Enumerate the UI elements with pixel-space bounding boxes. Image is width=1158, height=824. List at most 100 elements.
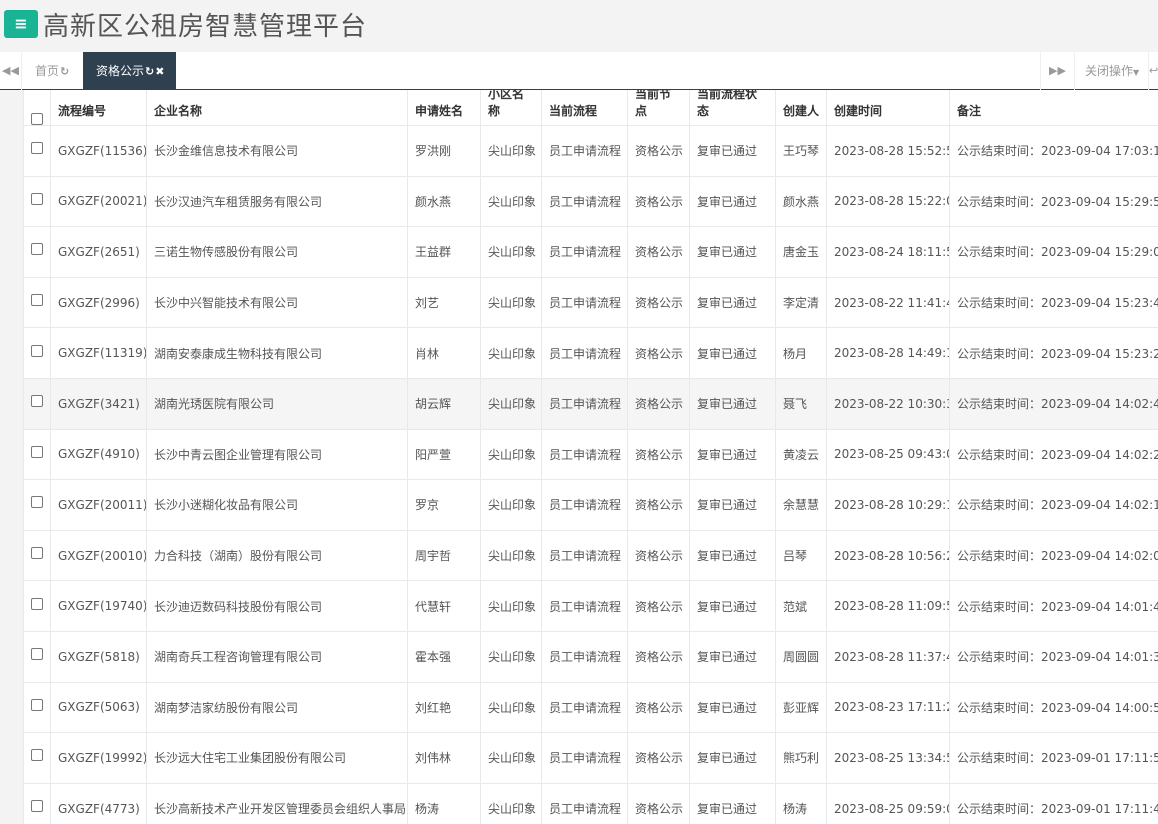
- table-cell: 杨月: [775, 327, 827, 379]
- table-row[interactable]: GXGZF(2651) 三诺生物传感股份有限公司 王益群 尖山印象 员工申请流程 资格公示…: [23, 226, 1158, 278]
- row-select-cell: [23, 782, 51, 824]
- table-cell: 资格公示: [627, 529, 690, 582]
- row-checkbox[interactable]: [31, 142, 43, 155]
- row-checkbox[interactable]: [31, 597, 43, 610]
- tab-qualification-publicity[interactable]: 资格公示↻✖: [83, 52, 176, 90]
- row-checkbox[interactable]: [31, 294, 43, 307]
- row-select-cell: [23, 580, 51, 632]
- table-cell: GXGZF(19740): [50, 580, 147, 632]
- table-cell: 复审已通过: [689, 681, 776, 734]
- table-cell: 员工申请流程: [541, 580, 628, 632]
- table-cell: 复审已通过: [689, 580, 776, 632]
- table-cell: 复审已通过: [689, 630, 776, 683]
- row-checkbox[interactable]: [31, 749, 43, 762]
- table-cell: 黄凌云: [775, 428, 827, 481]
- column-header[interactable]: 流程编号: [50, 90, 147, 126]
- table-cell: 资格公示: [627, 630, 690, 683]
- row-select-cell: [23, 681, 51, 734]
- table-cell: 尖山印象: [480, 226, 542, 278]
- table-cell: 王巧琴: [775, 125, 827, 177]
- table-cell: 员工申请流程: [541, 327, 628, 379]
- table-cell: 尖山印象: [480, 681, 542, 734]
- column-header[interactable]: 申请姓名: [407, 90, 481, 126]
- row-checkbox[interactable]: [31, 698, 43, 711]
- table-cell: 尖山印象: [480, 175, 542, 228]
- table-cell: 资格公示: [627, 175, 690, 228]
- tab-home-label: 首页: [35, 64, 60, 78]
- table-cell: GXGZF(3421): [50, 377, 147, 430]
- main-content: 流程编号 企业名称 申请姓名 小区名称 当前流程 当前节点 当前流程状态 创建人…: [0, 90, 1158, 824]
- table-row[interactable]: GXGZF(5063) 湖南梦洁家纺股份有限公司 刘红艳 尖山印象 员工申请流程 资格公示…: [23, 681, 1158, 734]
- table-cell: GXGZF(11536): [50, 125, 147, 177]
- tab-home[interactable]: 首页↻: [22, 52, 82, 90]
- table-cell: 尖山印象: [480, 479, 542, 531]
- column-header[interactable]: 备注: [949, 90, 1158, 126]
- table-row[interactable]: GXGZF(20010) 力合科技（湖南）股份有限公司 周宇哲 尖山印象 员工申请流程资…: [23, 529, 1158, 582]
- select-all-checkbox[interactable]: [31, 112, 43, 125]
- tab-scroll-right-button[interactable]: ▶▶: [1040, 52, 1074, 90]
- table-cell: 公示结束时间：2023-09-04 14:00:55: [949, 681, 1158, 734]
- column-header[interactable]: 企业名称: [146, 90, 408, 126]
- table-row[interactable]: GXGZF(4910) 长沙中青云图企业管理有限公司 阳严萱 尖山印象 员工申请流程 资格…: [23, 428, 1158, 481]
- table-cell: 湖南奇兵工程咨询管理有限公司: [146, 630, 408, 683]
- table-cell: GXGZF(5818): [50, 630, 147, 683]
- table-cell: 吕琴: [775, 529, 827, 582]
- refresh-icon[interactable]: ↻: [60, 65, 69, 78]
- table-row[interactable]: GXGZF(5818) 湖南奇兵工程咨询管理有限公司 霍本强 尖山印象 员工申请流程 资格…: [23, 630, 1158, 683]
- close-icon[interactable]: ✖: [155, 65, 164, 78]
- column-header[interactable]: 小区名称: [480, 90, 542, 126]
- table-cell: 员工申请流程: [541, 732, 628, 784]
- table-cell: 资格公示: [627, 681, 690, 734]
- row-checkbox[interactable]: [31, 496, 43, 509]
- table-cell: 霍本强: [407, 630, 481, 683]
- table-cell: 资格公示: [627, 276, 690, 329]
- column-header[interactable]: 创建人: [775, 90, 827, 126]
- table-cell: 尖山印象: [480, 377, 542, 430]
- table-row[interactable]: GXGZF(4773) 长沙高新技术产业开发区管理委员会组织人事局 杨涛 尖山印象 员工…: [23, 782, 1158, 824]
- table-cell: 资格公示: [627, 479, 690, 531]
- column-header[interactable]: 当前节点: [627, 90, 690, 126]
- menu-toggle-button[interactable]: ≡: [4, 10, 38, 38]
- table-cell: 员工申请流程: [541, 479, 628, 531]
- tab-bar: ◀◀ 首页↻ 资格公示↻✖ ▶▶ 关闭操作▼ ↩: [0, 52, 1158, 90]
- column-header[interactable]: 当前流程状态: [689, 90, 776, 126]
- column-header[interactable]: 当前流程: [541, 90, 628, 126]
- row-select-cell: [23, 479, 51, 531]
- table-row[interactable]: GXGZF(11319) 湖南安泰康成生物科技有限公司 肖林 尖山印象 员工申请流程 资格…: [23, 327, 1158, 379]
- table-row[interactable]: GXGZF(11536) 长沙金维信息技术有限公司 罗洪刚 尖山印象 员工申请流程 资格公…: [23, 125, 1158, 177]
- row-checkbox[interactable]: [31, 445, 43, 458]
- table-row[interactable]: GXGZF(19992) 长沙远大住宅工业集团股份有限公司 刘伟林 尖山印象 员工申请流…: [23, 732, 1158, 784]
- row-checkbox[interactable]: [31, 800, 43, 813]
- table-cell: 罗京: [407, 479, 481, 531]
- table-cell: 2023-08-28 11:09:50: [826, 580, 950, 632]
- logout-icon: ↩: [1149, 64, 1158, 77]
- row-select-cell: [23, 125, 51, 177]
- table-cell: 2023-08-25 09:59:09: [826, 782, 950, 824]
- row-select-cell: [23, 529, 51, 582]
- row-checkbox[interactable]: [31, 547, 43, 560]
- row-checkbox[interactable]: [31, 648, 43, 661]
- table-cell: 尖山印象: [480, 276, 542, 329]
- row-checkbox[interactable]: [31, 344, 43, 357]
- table-cell: 杨涛: [407, 782, 481, 824]
- table-cell: 长沙汉迪汽车租赁服务有限公司: [146, 175, 408, 228]
- row-checkbox[interactable]: [31, 192, 43, 205]
- refresh-icon[interactable]: ↻: [145, 65, 154, 78]
- table-cell: GXGZF(20011): [50, 479, 147, 531]
- table-row[interactable]: GXGZF(20021) 长沙汉迪汽车租赁服务有限公司 颜水燕 尖山印象 员工申请流程资…: [23, 175, 1158, 228]
- tab-scroll-left-button[interactable]: ◀◀: [0, 52, 22, 90]
- table-row[interactable]: GXGZF(3421) 湖南光琇医院有限公司 胡云辉 尖山印象 员工申请流程 资格公示 复审…: [23, 377, 1158, 430]
- table-row[interactable]: GXGZF(20011) 长沙小迷糊化妆品有限公司 罗京 尖山印象 员工申请流程 资格公示…: [23, 479, 1158, 531]
- table-cell: 公示结束时间：2023-09-01 17:11:41: [949, 782, 1158, 824]
- table-cell: 公示结束时间：2023-09-04 15:29:51: [949, 175, 1158, 228]
- table-cell: 复审已通过: [689, 327, 776, 379]
- row-checkbox[interactable]: [31, 243, 43, 256]
- row-checkbox[interactable]: [31, 395, 43, 408]
- table-cell: 2023-08-28 14:49:10: [826, 327, 950, 379]
- table-row[interactable]: GXGZF(19740) 长沙迪迈数码科技股份有限公司 代慧轩 尖山印象 员工申请流程资…: [23, 580, 1158, 632]
- column-header[interactable]: 创建时间: [826, 90, 950, 126]
- close-operations-dropdown[interactable]: 关闭操作▼: [1074, 52, 1148, 90]
- table-row[interactable]: GXGZF(2996) 长沙中兴智能技术有限公司 刘艺 尖山印象 员工申请流程 资格公示复…: [23, 276, 1158, 329]
- table-cell: 2023-08-25 13:34:50: [826, 732, 950, 784]
- logout-button[interactable]: ↩: [1148, 52, 1158, 90]
